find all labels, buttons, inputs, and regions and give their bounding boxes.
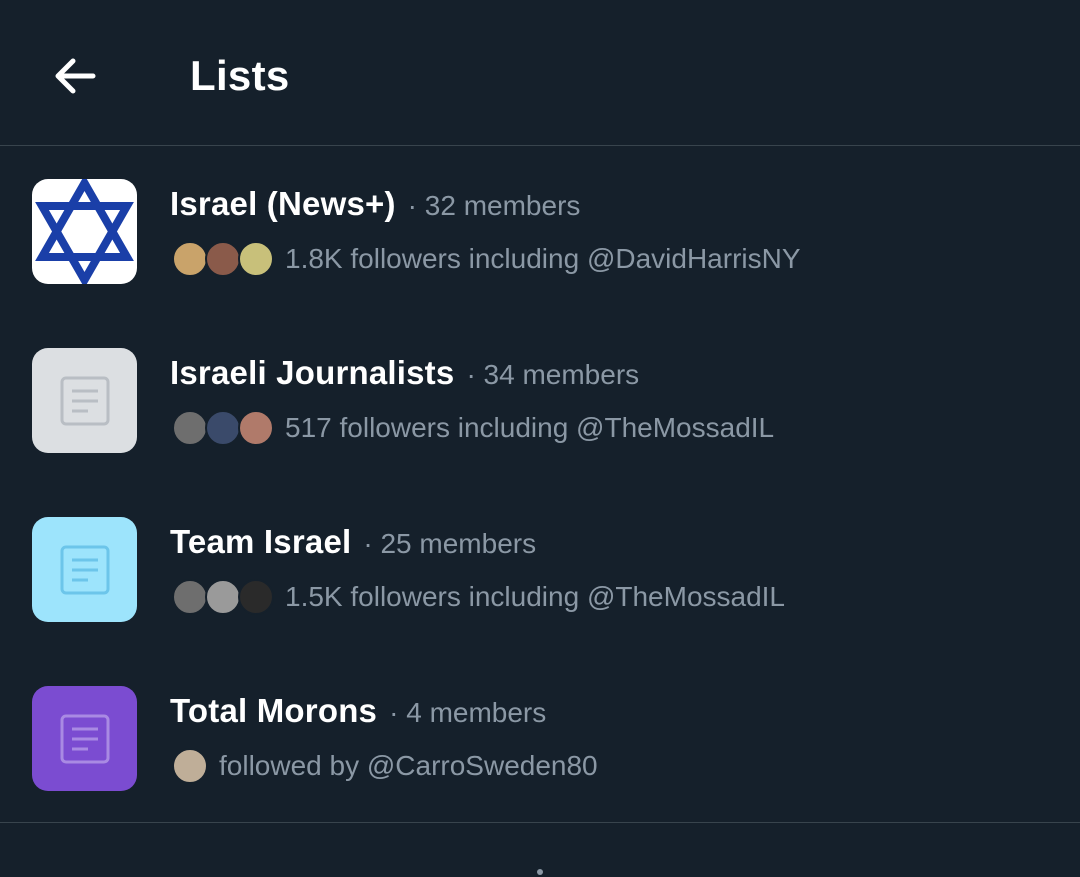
- avatar: [238, 241, 274, 277]
- member-count: · 34 members: [466, 359, 640, 390]
- followers-row: 517 followers including @TheMossadIL: [172, 410, 774, 446]
- arrow-left-icon: [55, 58, 96, 94]
- followers-row: 1.5K followers including @TheMossadIL: [172, 579, 785, 615]
- follower-avatars: [172, 748, 208, 784]
- member-count: · 25 members: [363, 528, 537, 559]
- follower-avatars: [172, 579, 274, 615]
- star-of-david-icon: [35, 179, 134, 284]
- followers-text: 517 followers including @TheMossadIL: [285, 412, 775, 443]
- back-button[interactable]: [44, 46, 104, 106]
- avatar: [172, 241, 208, 277]
- member-count: · 4 members: [389, 697, 547, 728]
- member-count: · 32 members: [407, 190, 581, 221]
- avatar: [238, 410, 274, 446]
- avatar: [172, 579, 208, 615]
- list-title-row: Israeli Journalists · 34 members: [170, 354, 639, 392]
- list-document-icon: [60, 545, 109, 594]
- list-title-row: Team Israel · 25 members: [170, 523, 536, 561]
- followers-row: 1.8K followers including @DavidHarrisNY: [172, 241, 801, 277]
- divider: [0, 822, 1080, 823]
- follower-avatars: [172, 241, 274, 277]
- followers-text: 1.5K followers including @TheMossadIL: [285, 581, 786, 612]
- avatar: [205, 579, 241, 615]
- list-title-row: Israel (News+) · 32 members: [170, 185, 580, 223]
- list-name: Israeli Journalists: [170, 354, 455, 391]
- avatar: [172, 410, 208, 446]
- avatar: [238, 579, 274, 615]
- top-app-bar: Lists: [0, 0, 1080, 146]
- list-item-israeli-journalists[interactable]: Israeli Journalists · 34 members 517 fol…: [0, 316, 1080, 485]
- list-name: Team Israel: [170, 523, 352, 560]
- avatar: [172, 748, 208, 784]
- list-thumbnail: [32, 179, 137, 284]
- avatar: [205, 241, 241, 277]
- list-document-icon: [60, 714, 109, 763]
- page-title: Lists: [190, 52, 290, 99]
- followers-text: followed by @CarroSweden80: [219, 750, 598, 781]
- list-item-total-morons[interactable]: Total Morons · 4 members followed by @Ca…: [0, 654, 1080, 823]
- followers-row: followed by @CarroSweden80: [172, 748, 598, 784]
- followers-text: 1.8K followers including @DavidHarrisNY: [285, 243, 801, 274]
- follower-avatars: [172, 410, 274, 446]
- list-document-icon: [60, 376, 109, 425]
- list-thumbnail: [32, 348, 137, 453]
- list-item-team-israel[interactable]: Team Israel · 25 members 1.5K followers …: [0, 485, 1080, 654]
- list-name: Total Morons: [170, 692, 378, 729]
- avatar: [205, 410, 241, 446]
- list-thumbnail: [32, 517, 137, 622]
- scroll-indicator: [537, 869, 543, 875]
- list-name: Israel (News+): [170, 185, 396, 222]
- list-title-row: Total Morons · 4 members: [170, 692, 546, 730]
- list-thumbnail: [32, 686, 137, 791]
- list-item-israel-news[interactable]: Israel (News+) · 32 members 1.8K followe…: [0, 147, 1080, 316]
